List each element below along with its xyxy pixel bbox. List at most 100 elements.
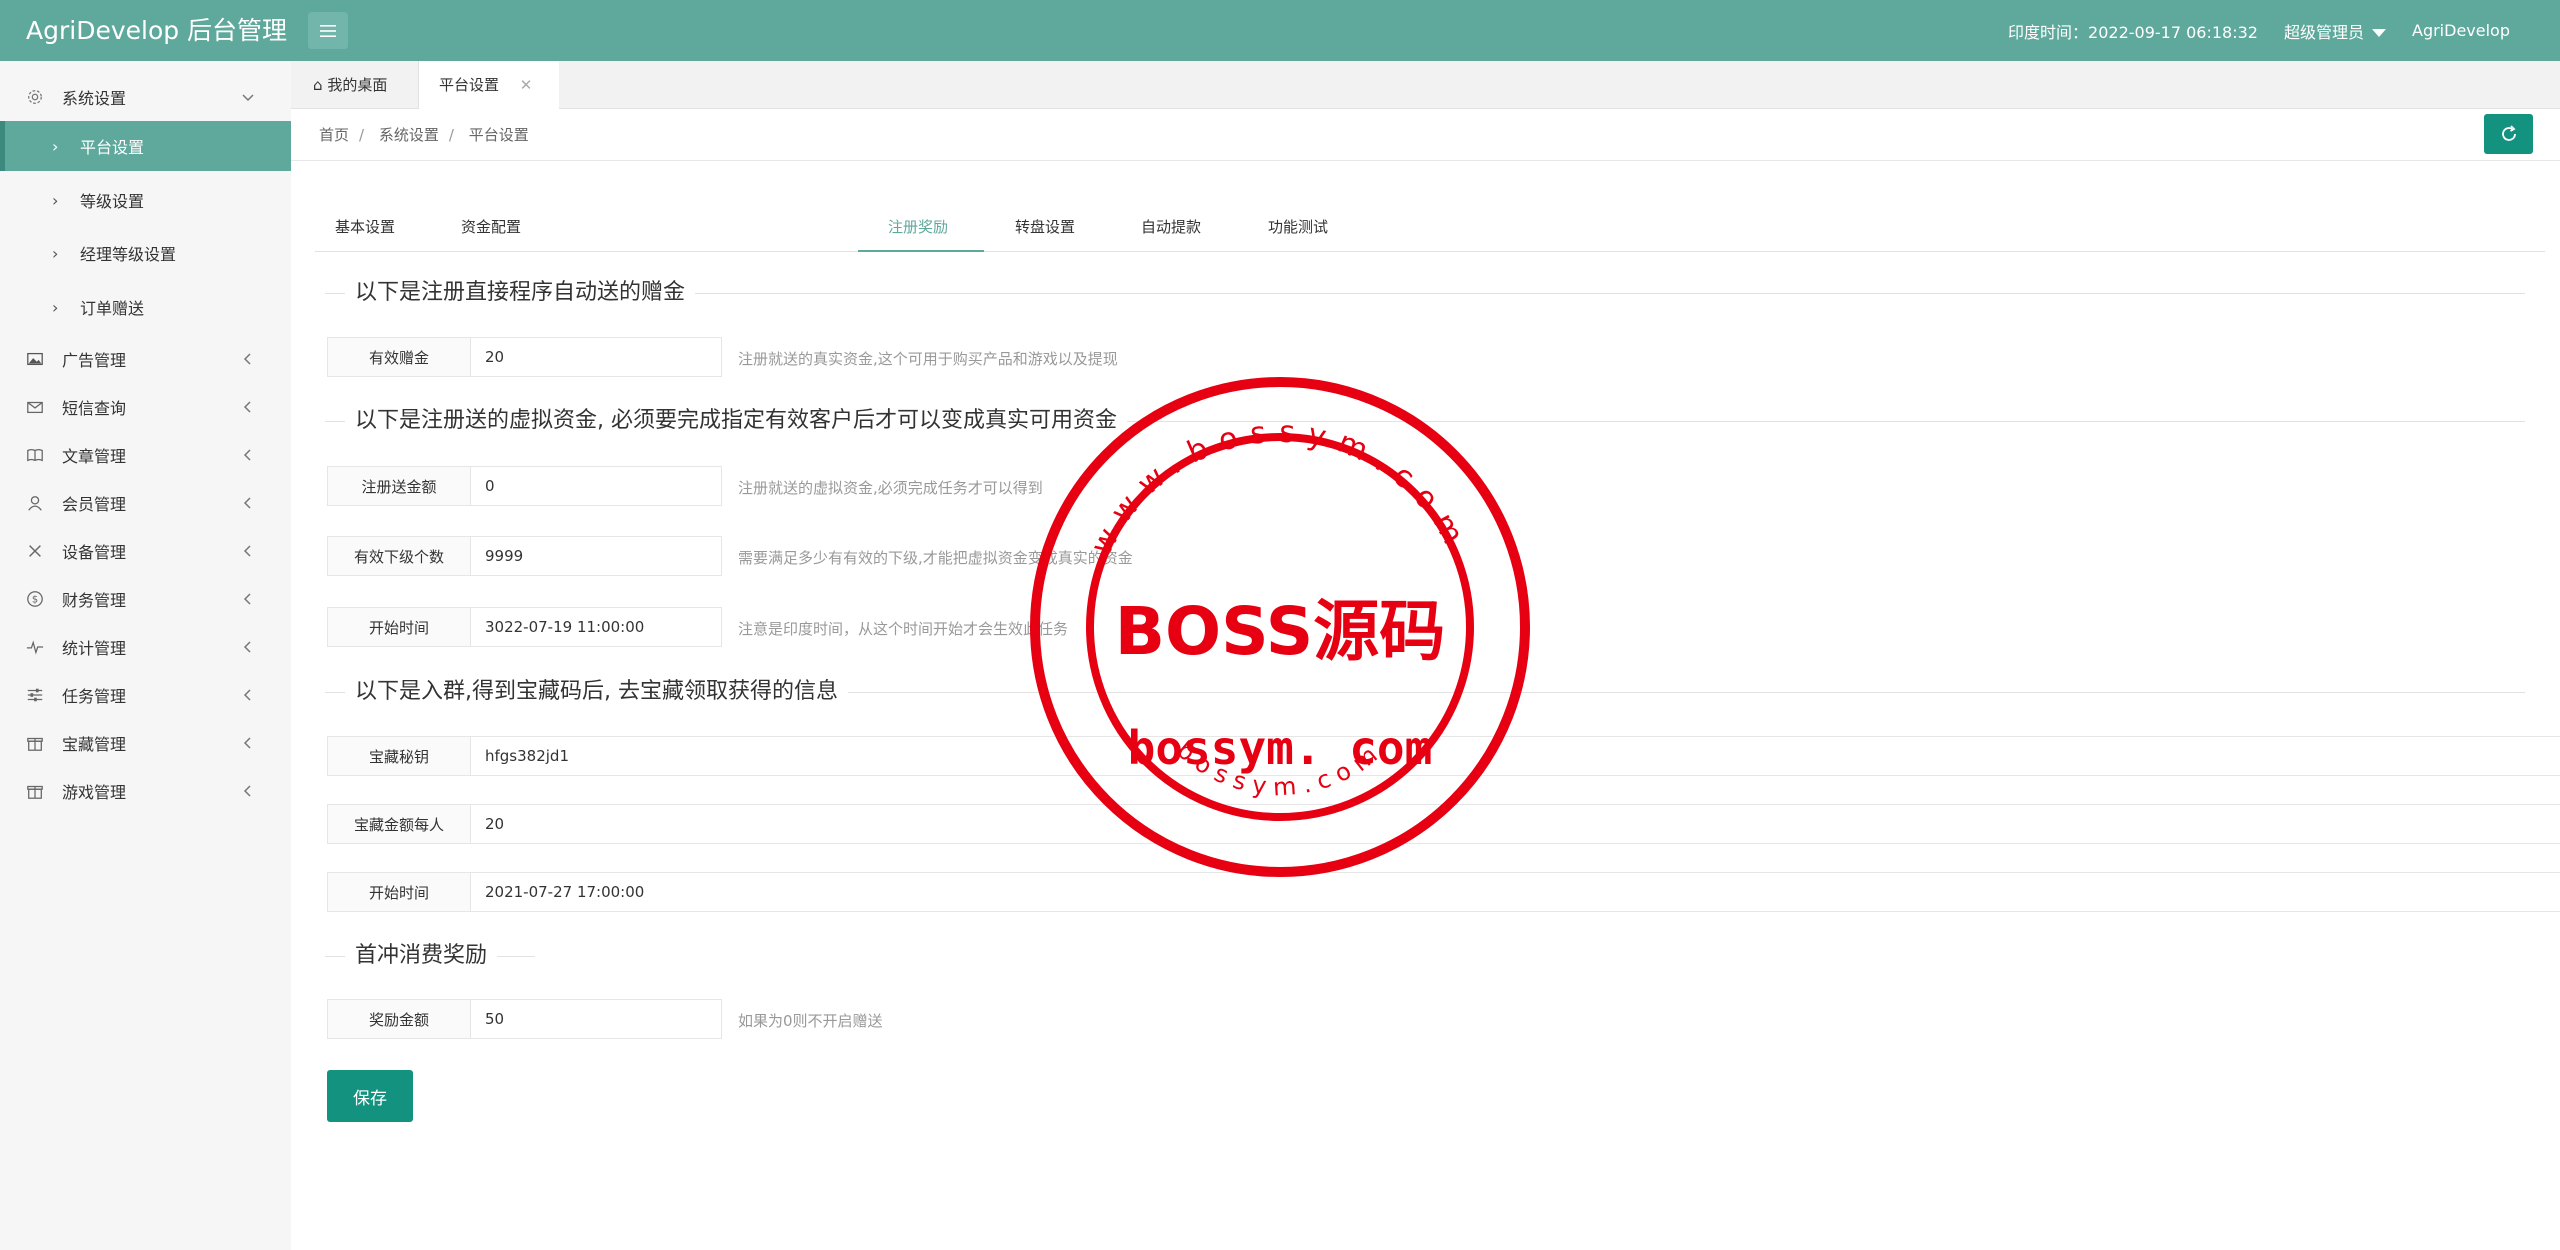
sidebar-item-label: 经理等级设置 xyxy=(80,245,177,264)
sidebar-item-level-settings[interactable]: › 等级设置 xyxy=(0,175,291,225)
tab-auto-withdraw[interactable]: 自动提款 xyxy=(1141,207,1241,252)
chevron-right-icon: › xyxy=(52,136,59,156)
chevron-right-icon: › xyxy=(52,297,59,317)
user-icon xyxy=(24,492,46,514)
field-label: 有效赠金 xyxy=(327,337,471,377)
sidebar-item-label: 等级设置 xyxy=(80,192,145,211)
settings-tabs: 基本设置 资金配置 注册奖励 转盘设置 自动提款 功能测试 xyxy=(315,207,2545,252)
tab-wheel-settings[interactable]: 转盘设置 xyxy=(1015,207,1115,252)
field-label: 开始时间 xyxy=(327,607,471,647)
register-amount-input[interactable]: 0 xyxy=(470,466,722,506)
sidebar-group-label: 设备管理 xyxy=(62,543,127,562)
app-title[interactable]: AgriDevelop 后台管理 xyxy=(0,0,291,61)
field-label: 宝藏金额每人 xyxy=(327,804,471,844)
breadcrumb-item[interactable]: 首页 xyxy=(319,126,349,144)
user-role-menu[interactable]: 超级管理员 xyxy=(2284,19,2386,43)
chevron-left-icon xyxy=(243,545,251,557)
sidebar-group-label: 统计管理 xyxy=(62,639,127,658)
section-legend: 首冲消费奖励 xyxy=(325,941,2525,971)
sidebar-group-label: 文章管理 xyxy=(62,447,127,466)
section-title: 以下是入群,得到宝藏码后, 去宝藏领取获得的信息 xyxy=(345,677,848,707)
sidebar-item-platform-settings[interactable]: › 平台设置 xyxy=(0,121,291,171)
username[interactable]: AgriDevelop xyxy=(2412,21,2510,40)
chevron-left-icon xyxy=(243,689,251,701)
chevron-left-icon xyxy=(243,641,251,653)
svg-text:$: $ xyxy=(32,595,38,606)
field-hint: 注册就送的虚拟资金,必须完成任务才可以得到 xyxy=(738,479,1043,497)
sidebar-group-devices[interactable]: 设备管理 xyxy=(0,527,291,575)
section-title: 以下是注册直接程序自动送的赠金 xyxy=(345,278,696,308)
chevron-left-icon xyxy=(243,737,251,749)
tab-basic-settings[interactable]: 基本设置 xyxy=(335,207,435,252)
server-time: 印度时间：2022-09-17 06:18:32 xyxy=(2008,22,2258,42)
sidebar-group-label: 游戏管理 xyxy=(62,783,127,802)
breadcrumb-item: 平台设置 xyxy=(468,126,529,144)
sidebar-group-treasure[interactable]: 宝藏管理 xyxy=(0,719,291,767)
sidebar-item-label: 订单赠送 xyxy=(80,299,145,318)
refresh-button[interactable] xyxy=(2484,114,2533,154)
active-indicator xyxy=(0,121,5,171)
breadcrumb: 首页 / 系统设置 / 平台设置 xyxy=(319,126,529,144)
sidebar-group-games[interactable]: 游戏管理 xyxy=(0,767,291,815)
sidebar-group-label: 宝藏管理 xyxy=(62,735,127,754)
sidebar-group-statistics[interactable]: 统计管理 xyxy=(0,623,291,671)
gift-icon xyxy=(24,732,46,754)
reward-amount-input[interactable]: 50 xyxy=(470,999,722,1039)
tab-function-test[interactable]: 功能测试 xyxy=(1268,207,1368,252)
chevron-right-icon: › xyxy=(52,190,59,210)
sidebar-group-label: 短信查询 xyxy=(62,399,127,418)
field-label: 注册送金额 xyxy=(327,466,471,506)
sidebar-group-finance[interactable]: $ 财务管理 xyxy=(0,575,291,623)
book-icon xyxy=(24,444,46,466)
chevron-left-icon xyxy=(243,353,251,365)
field-label: 开始时间 xyxy=(327,872,471,912)
chevron-left-icon xyxy=(243,593,251,605)
field-label: 有效下级个数 xyxy=(327,536,471,576)
sidebar-group-label: 财务管理 xyxy=(62,591,127,610)
valid-bonus-input[interactable]: 20 xyxy=(470,337,722,377)
tab-register-reward[interactable]: 注册奖励 xyxy=(858,207,984,252)
valid-subordinates-input[interactable]: 9999 xyxy=(470,536,722,576)
caret-down-icon xyxy=(2372,29,2386,37)
chevron-left-icon xyxy=(243,785,251,797)
image-icon xyxy=(24,348,46,370)
field-hint: 注意是印度时间，从这个时间开始才会生效此任务 xyxy=(738,620,1069,638)
start-time-input[interactable]: 3022-07-19 11:00:00 xyxy=(470,607,722,647)
tab-platform-settings[interactable]: 平台设置 ✕ xyxy=(419,61,559,109)
chevron-left-icon xyxy=(243,401,251,413)
home-icon: ⌂ xyxy=(313,76,323,94)
chevron-right-icon: › xyxy=(52,243,59,263)
sidebar-group-ads[interactable]: 广告管理 xyxy=(0,335,291,383)
sidebar-item-order-gift[interactable]: › 订单赠送 xyxy=(0,282,291,332)
stamp-domain-text: bossym. com xyxy=(1128,721,1433,775)
save-button[interactable]: 保存 xyxy=(327,1070,413,1122)
mail-icon xyxy=(24,396,46,418)
sidebar-group-articles[interactable]: 文章管理 xyxy=(0,431,291,479)
chevron-down-icon xyxy=(242,94,254,102)
section-title: 以下是注册送的虚拟资金, 必须要完成指定有效客户后才可以变成真实可用资金 xyxy=(345,406,1127,436)
sidebar-group-label: 任务管理 xyxy=(62,687,127,706)
breadcrumb-item[interactable]: 系统设置 xyxy=(379,126,439,144)
sidebar-group-label: 广告管理 xyxy=(62,351,127,370)
sidebar-item-label: 平台设置 xyxy=(80,138,145,157)
sidebar-group-tasks[interactable]: 任务管理 xyxy=(0,671,291,719)
watermark-stamp: www.bossym.com BOSS源码 bossym. com bossym… xyxy=(1030,377,1530,877)
sidebar-group-sms[interactable]: 短信查询 xyxy=(0,383,291,431)
user-role-label: 超级管理员 xyxy=(2283,22,2364,42)
sidebar-group-members[interactable]: 会员管理 xyxy=(0,479,291,527)
hamburger-icon xyxy=(320,24,336,37)
tab-home[interactable]: ⌂ 我的桌面 xyxy=(291,61,419,109)
field-hint: 如果为0则不开启赠送 xyxy=(738,1012,883,1030)
sidebar-group-label: 会员管理 xyxy=(62,495,127,514)
menu-toggle-button[interactable] xyxy=(308,12,348,49)
field-label: 奖励金额 xyxy=(327,999,471,1039)
close-icon[interactable]: ✕ xyxy=(520,76,533,94)
dollar-icon: $ xyxy=(24,588,46,610)
tab-fund-config[interactable]: 资金配置 xyxy=(461,207,561,252)
section-legend: 以下是注册直接程序自动送的赠金 xyxy=(325,278,2525,308)
sliders-icon xyxy=(24,684,46,706)
sidebar-item-manager-level-settings[interactable]: › 经理等级设置 xyxy=(0,228,291,278)
sidebar-group-system[interactable]: 系统设置 xyxy=(0,73,291,121)
field-label: 宝藏秘钥 xyxy=(327,736,471,776)
gift-icon xyxy=(24,780,46,802)
